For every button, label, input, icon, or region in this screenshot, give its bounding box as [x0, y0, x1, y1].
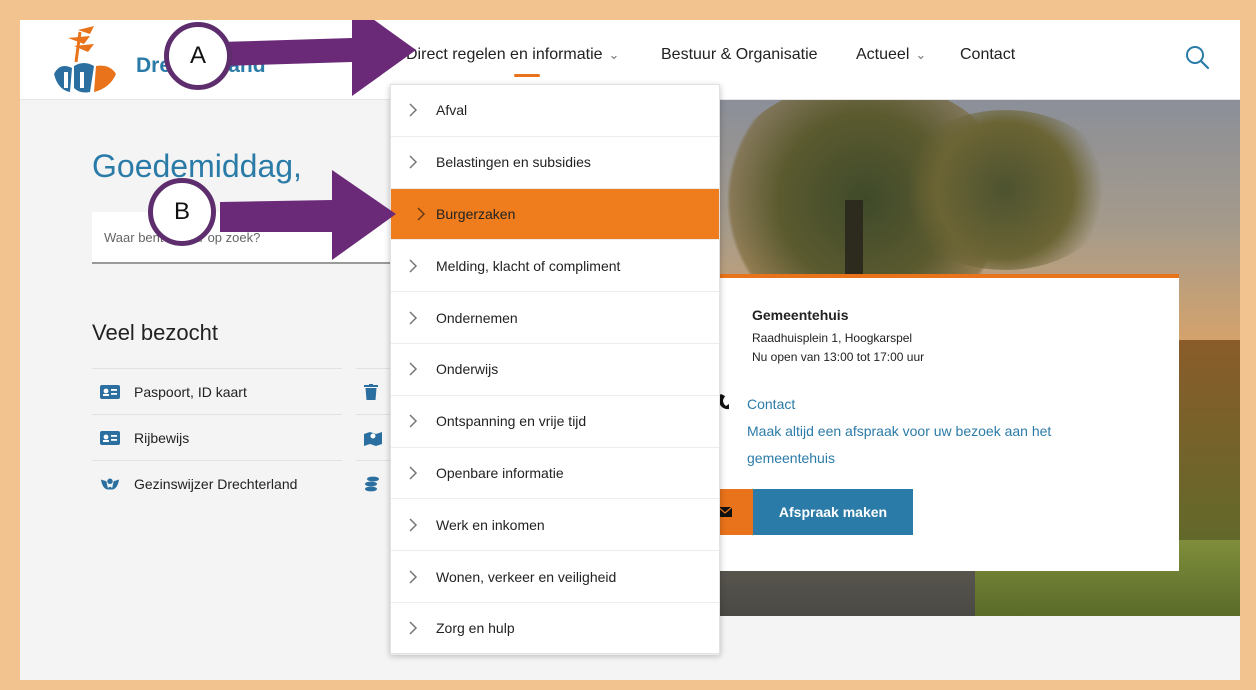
dropdown-item[interactable]: Werk en inkomen [391, 499, 719, 552]
dropdown-item-label: Onderwijs [436, 361, 499, 378]
dropdown-item-label: Zorg en hulp [436, 620, 515, 637]
dropdown-item[interactable]: Ontspanning en vrije tijd [391, 396, 719, 448]
chevron-right-icon [409, 311, 418, 325]
nav-label: Contact [960, 46, 1016, 63]
chevron-right-icon [417, 207, 426, 221]
dropdown-item-label: Wonen, verkeer en veiligheid [436, 568, 617, 585]
dropdown-item-label: Burgerzaken [436, 205, 516, 222]
annotation-arrow-a [220, 20, 416, 96]
hero-tree-canopy [895, 110, 1115, 270]
dropdown-item-label: Ondernemen [436, 309, 518, 326]
chevron-right-icon [409, 362, 418, 376]
family-icon [100, 476, 120, 492]
search-icon[interactable] [1184, 44, 1210, 70]
list-item[interactable]: Gezinswijzer Drechterland [92, 460, 342, 506]
chevron-right-icon [409, 259, 418, 273]
chevron-right-icon [409, 570, 418, 584]
card-address: Raadhuisplein 1, Hoogkarspel [752, 331, 913, 345]
nav-actueel[interactable]: Actueel ⌄ [856, 46, 926, 64]
dropdown-item[interactable]: Belastingen en subsidies [391, 137, 719, 189]
popular-list: Paspoort, ID kaart Rijbewijs Gezinswijze… [92, 368, 342, 506]
list-item[interactable]: Rijbewijs [92, 414, 342, 460]
list-item-label: Rijbewijs [134, 429, 190, 446]
dropdown-item-label: Afval [436, 102, 468, 119]
chevron-right-icon [409, 414, 418, 428]
appointment-note[interactable]: Maak altijd een afspraak voor uw bezoek … [747, 423, 1051, 439]
dropdown-item[interactable]: Onderwijs [391, 344, 719, 396]
map-icon [364, 431, 382, 446]
annotation-arrow-b [220, 170, 396, 260]
dropdown-item[interactable]: Burgerzaken [391, 188, 719, 241]
nav-label: Actueel [856, 46, 910, 63]
list-item-label: Gezinswijzer Drechterland [134, 475, 298, 492]
dropdown-menu: Afval Belastingen en subsidies Burgerzaken… [390, 84, 720, 655]
chevron-down-icon: ⌄ [608, 47, 620, 62]
appointment-button[interactable]: Afspraak maken [753, 489, 913, 535]
dropdown-item-label: Melding, klacht of compliment [436, 257, 621, 274]
dropdown-item-label: Ontspanning en vrije tijd [436, 413, 587, 430]
card-hours: Nu open van 13:00 tot 17:00 uur [752, 350, 925, 364]
chevron-right-icon [409, 466, 418, 480]
appointment-note[interactable]: gemeentehuis [747, 450, 835, 466]
id-card-icon [100, 430, 120, 446]
trash-icon [364, 383, 378, 400]
dropdown-item[interactable]: Melding, klacht of compliment [391, 240, 719, 293]
chevron-down-icon: ⌄ [915, 47, 927, 62]
dropdown-item[interactable]: Zorg en hulp [391, 603, 719, 655]
card-title: Gemeentehuis [752, 307, 849, 323]
list-item[interactable]: Paspoort, ID kaart [92, 368, 342, 414]
contact-link[interactable]: Contact [747, 396, 795, 412]
dropdown-item-label: Belastingen en subsidies [436, 154, 591, 171]
nav-label: Bestuur & Organisatie [661, 46, 818, 63]
dropdown-item[interactable]: Ondernemen [391, 292, 719, 344]
annotation-b: B [148, 178, 216, 246]
nav-label: Direct regelen en informatie [406, 46, 603, 63]
annotation-a: A [164, 22, 232, 90]
nav-bestuur[interactable]: Bestuur & Organisatie [661, 46, 818, 64]
dropdown-item[interactable]: Afval [391, 85, 719, 137]
nav-contact[interactable]: Contact [960, 46, 1015, 64]
dropdown-item[interactable]: Wonen, verkeer en veiligheid [391, 551, 719, 603]
logo-icon[interactable] [50, 22, 120, 98]
popular-title: Veel bezocht [92, 320, 218, 345]
id-card-icon [100, 384, 120, 400]
nav-direct-regelen[interactable]: Direct regelen en informatie ⌄ [406, 46, 620, 77]
dropdown-item-label: Werk en inkomen [436, 516, 545, 533]
dropdown-item[interactable]: Openbare informatie [391, 448, 719, 500]
page-frame: Drechterland Direct regelen en informati… [20, 20, 1240, 680]
chevron-right-icon [409, 155, 418, 169]
dropdown-item-label: Openbare informatie [436, 464, 564, 481]
list-item-label: Paspoort, ID kaart [134, 383, 247, 400]
chevron-right-icon [409, 621, 418, 635]
coins-icon [365, 476, 379, 491]
chevron-right-icon [409, 518, 418, 532]
